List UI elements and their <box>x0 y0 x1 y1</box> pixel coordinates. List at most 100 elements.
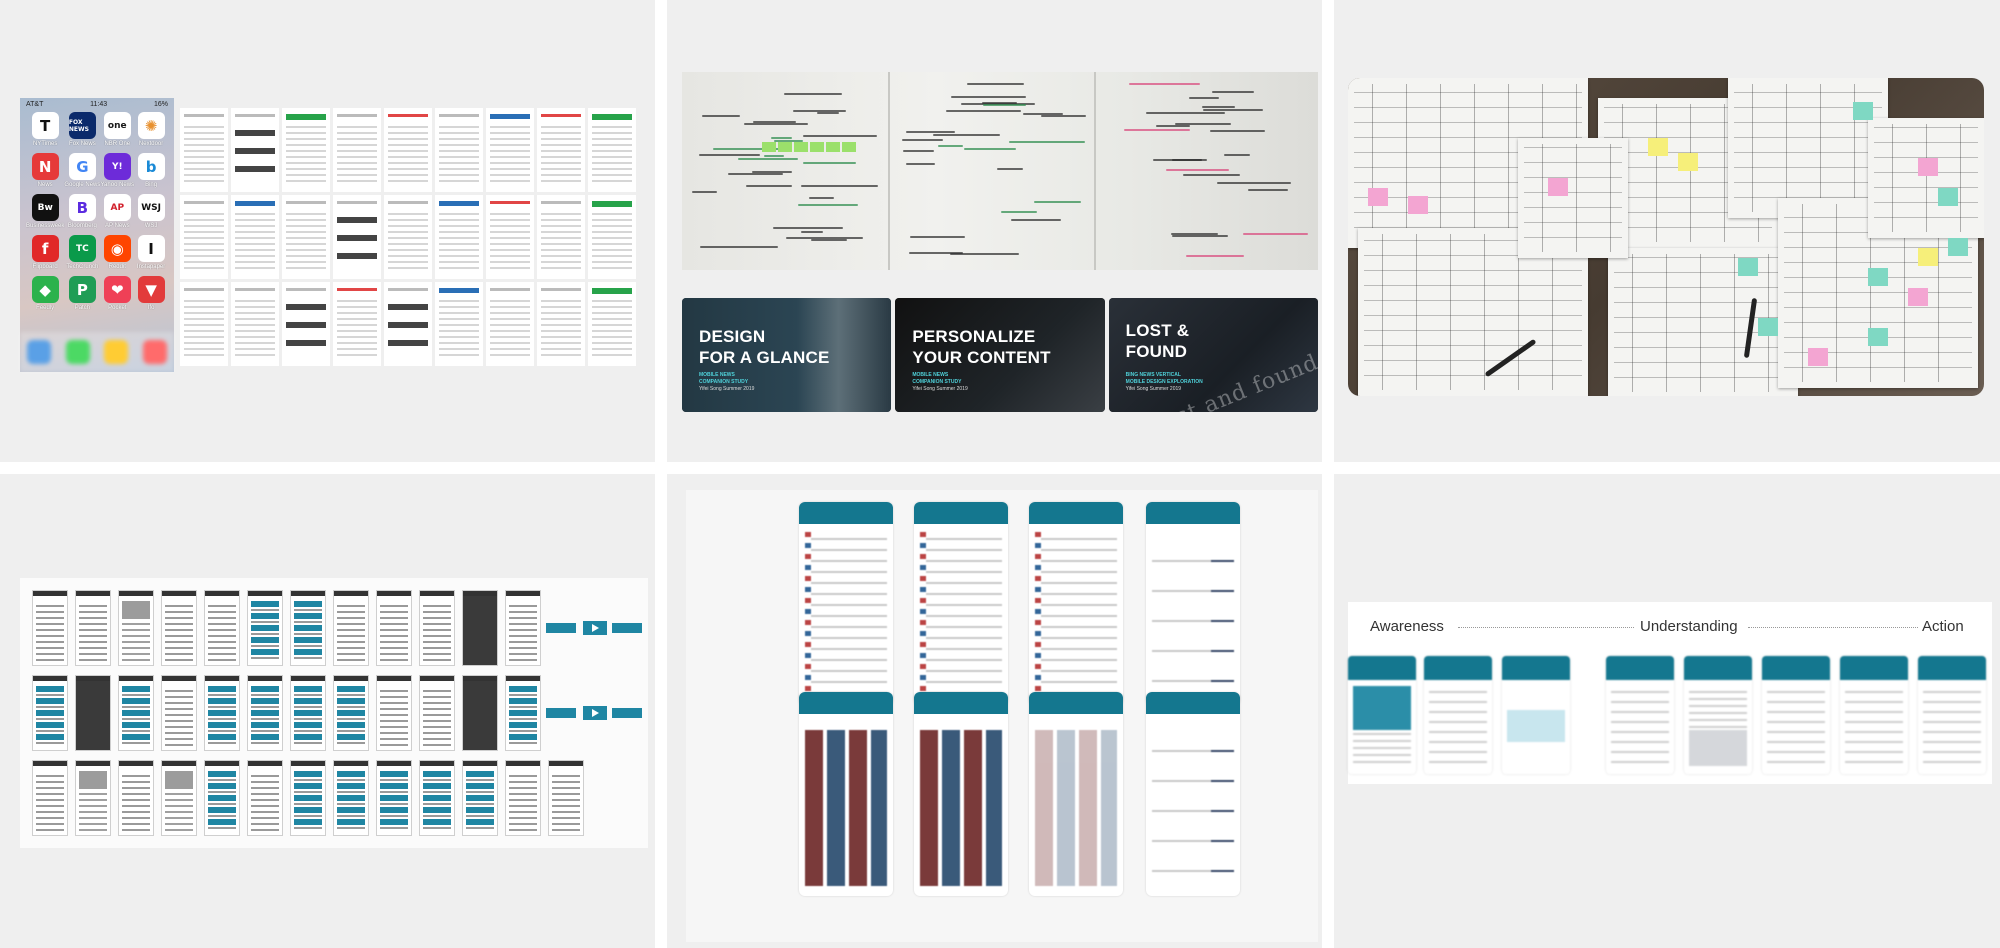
journey-screen <box>1606 656 1674 774</box>
competitor-screenshot <box>435 282 483 366</box>
app-label: NYTimes <box>32 141 58 147</box>
app-header-bar <box>914 502 1008 524</box>
whiteboard-scribble <box>1010 218 1061 221</box>
whiteboard-scribble <box>786 237 864 240</box>
app-icon-grid: T NYTimes FOX NEWS Fox News one NBR One ✺ Nextd… <box>26 112 168 311</box>
app-icon-patch[interactable]: P Patch <box>64 276 100 311</box>
screen-content <box>805 722 887 886</box>
app-glyph-icon: f <box>31 235 59 262</box>
hifi-app-screen <box>799 502 893 706</box>
whiteboard-scribble <box>763 154 785 157</box>
app-icon-ap-news[interactable]: AP AP News <box>100 194 134 229</box>
competitor-screenshot <box>333 282 381 366</box>
wireframe-screen <box>118 675 154 751</box>
whiteboard-scribble <box>1146 111 1226 114</box>
competitor-screenshot <box>537 282 585 366</box>
app-icon-wsj[interactable]: WSJ WSJ <box>134 194 168 229</box>
post-it-note <box>1908 288 1928 306</box>
whiteboard-scribble <box>737 157 798 160</box>
app-icon-techcrunch[interactable]: TC TechCrunch <box>64 235 100 270</box>
wireframe-screen <box>75 760 111 836</box>
post-it-note <box>1918 158 1938 176</box>
app-icon-nbr-one[interactable]: one NBR One <box>100 112 134 147</box>
competitor-screenshot <box>333 195 381 279</box>
wireframe-screen <box>290 590 326 666</box>
competitor-screenshot <box>180 108 228 192</box>
whiteboard-scribble <box>809 197 834 200</box>
app-glyph-icon: ▼ <box>137 276 165 303</box>
app-icon-nytimes[interactable]: T NYTimes <box>26 112 64 147</box>
whiteboard-scribble <box>997 167 1023 170</box>
whiteboard-scribble <box>1041 115 1087 118</box>
whiteboard-scribble <box>728 173 783 176</box>
wireframe-screen <box>204 675 240 751</box>
tile-user-journey[interactable]: Awareness Understanding Action <box>1334 474 2000 948</box>
app-icon-businessweek[interactable]: Bw Businessweek <box>26 194 64 229</box>
whiteboard-scribble <box>905 162 936 165</box>
whiteboard-scribble <box>1008 141 1085 144</box>
app-glyph-icon: FOX NEWS <box>68 112 96 139</box>
app-icon-feedly[interactable]: ◆ Feedly <box>26 276 64 311</box>
journey-screen <box>1918 656 1986 774</box>
whiteboard-scribble <box>963 148 1017 150</box>
wireframe-row <box>32 760 584 836</box>
card-subtitle: MOBILE NEWS COMPANION STUDY Yifei Song Su… <box>912 372 968 392</box>
app-icon-bing[interactable]: b Bing <box>134 153 168 188</box>
video-player-icon <box>583 621 607 635</box>
time-label: 11:43 <box>90 101 108 108</box>
app-icon-bloomberg[interactable]: B Bloomberg <box>64 194 100 229</box>
app-icon-reddit[interactable]: ◉ Reddit <box>100 235 134 270</box>
app-label: Bloomberg <box>67 223 97 229</box>
app-glyph-icon: WSJ <box>137 194 165 221</box>
app-icon-instapaper[interactable]: I Instapaper <box>134 235 168 270</box>
app-glyph-icon: ✺ <box>137 112 165 139</box>
wireframe-screen <box>419 760 455 836</box>
tile-wireframe-flow[interactable] <box>0 474 655 948</box>
journey-screen <box>1424 656 1492 774</box>
user-journey: Awareness Understanding Action <box>1348 602 1992 784</box>
journey-screen <box>1348 656 1416 774</box>
whiteboard-scribble <box>905 130 956 133</box>
app-label: Yahoo News <box>100 182 135 188</box>
app-icon-pocket[interactable]: ❤ Pocket <box>100 276 134 311</box>
whiteboard-scribble <box>1224 154 1250 157</box>
app-icon-fox-news[interactable]: FOX NEWS Fox News <box>64 112 100 147</box>
wireframe-screen <box>376 590 412 666</box>
app-icon-nextdoor[interactable]: ✺ Nextdoor <box>134 112 168 147</box>
wireframe-screen <box>247 760 283 836</box>
tile-project-cards[interactable]: DESIGN FOR A GLANCE MOBILE NEWS COMPANIO… <box>667 0 1322 462</box>
app-label: Pocket <box>108 305 127 311</box>
whiteboard-scribble <box>702 114 741 117</box>
wireframe-card <box>546 708 576 718</box>
app-icon-ifo[interactable]: ▼ Ifo <box>134 276 168 311</box>
tile-hifi-screens[interactable] <box>667 474 1322 948</box>
whiteboard-scribble <box>966 82 1024 85</box>
wireframe-screen <box>118 760 154 836</box>
wireframe-screen <box>290 675 326 751</box>
app-icon-news[interactable]: N News <box>26 153 64 188</box>
journey-screen <box>1762 656 1830 774</box>
post-it-note <box>1868 268 1888 286</box>
paper-sketches-photo <box>1348 78 1984 396</box>
app-glyph-icon: b <box>137 153 165 180</box>
wireframe-screen <box>376 675 412 751</box>
tile-paper-sketches[interactable] <box>1334 0 2000 462</box>
app-icon-google-news[interactable]: G Google News <box>64 153 100 188</box>
phone-status-bar: AT&T 11:43 16% <box>26 101 168 108</box>
whiteboard-scribble <box>692 191 718 194</box>
app-glyph-icon: ◉ <box>103 235 131 262</box>
app-label: News <box>37 182 53 188</box>
whiteboard-scribble <box>932 133 1000 136</box>
screen-content <box>1035 722 1117 886</box>
project-card-personalize-your-content[interactable]: PERSONALIZE YOUR CONTENT MOBILE NEWS COM… <box>895 298 1105 412</box>
app-icon-flipboard[interactable]: f Flipboard <box>26 235 64 270</box>
whiteboard-scribble <box>946 109 1022 112</box>
tile-competitive-analysis[interactable]: AT&T 11:43 16% T NYTimes FOX NEWS Fox News o… <box>0 0 655 462</box>
app-icon-yahoo-news[interactable]: Y! Yahoo News <box>100 153 134 188</box>
wireframe-screen <box>333 760 369 836</box>
wireframe-row <box>32 590 642 666</box>
journey-screen <box>1502 656 1570 774</box>
project-card-design-for-a-glance[interactable]: DESIGN FOR A GLANCE MOBILE NEWS COMPANIO… <box>682 298 892 412</box>
project-card-lost-and-found[interactable]: Lost and found LOST & FOUND BING NEWS VE… <box>1108 298 1318 412</box>
wireframe-screen <box>548 760 584 836</box>
